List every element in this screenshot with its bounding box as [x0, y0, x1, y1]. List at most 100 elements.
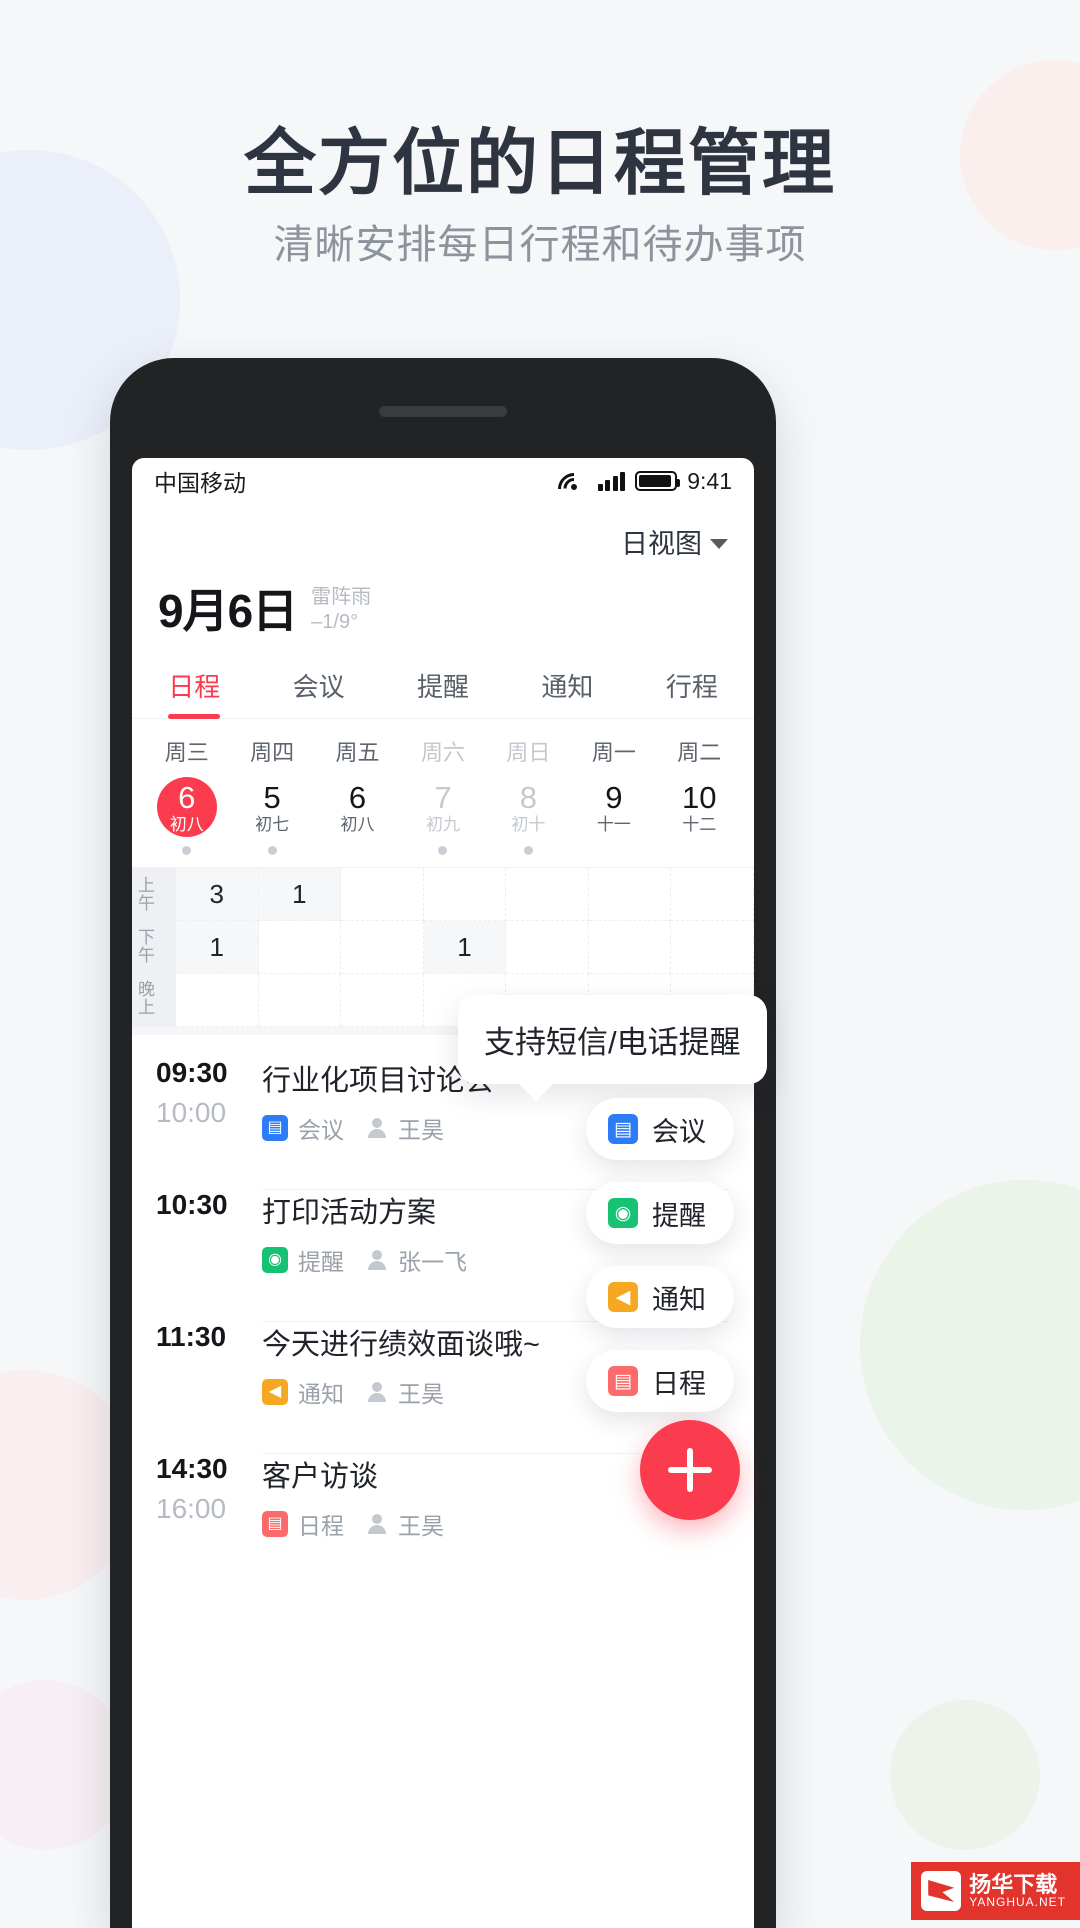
chip-icon: ◉ [608, 1198, 638, 1228]
event-tag-label: 会议 [298, 1117, 344, 1143]
event-person: 王昊 [398, 1381, 444, 1407]
watermark-texts: 扬华下载 YANGHUA.NET [969, 1873, 1066, 1909]
tab-trip[interactable]: 行程 [630, 667, 754, 718]
watermark-logo-icon [921, 1871, 962, 1911]
week-day-lunar: 初八 [169, 814, 204, 834]
week-day-number: 9 [605, 779, 623, 815]
week-day-dot [182, 846, 192, 855]
chevron-down-icon [710, 538, 728, 549]
view-switcher-label: 日视图 [621, 529, 702, 559]
phone-speaker [379, 406, 507, 417]
week-day-5[interactable]: 周一 9 十一 [571, 735, 656, 855]
current-date: 9月6日 [158, 585, 298, 637]
chip-label: 通知 [652, 1284, 706, 1315]
event-tag-icon: ◉ [262, 1247, 288, 1273]
week-day-circle: 7 初九 [413, 777, 473, 837]
category-chip-1[interactable]: ◉ 提醒 [586, 1182, 734, 1244]
chip-label: 会议 [652, 1116, 706, 1147]
week-day-2[interactable]: 周五 6 初八 [315, 735, 400, 855]
time-grid-cell-1-0[interactable]: 1 [176, 921, 259, 974]
time-grid-cell-0-0[interactable]: 3 [176, 868, 259, 921]
chip-icon: ◀ [608, 1282, 638, 1312]
time-grid-cell-1-5[interactable] [588, 921, 672, 974]
time-grid-cell-2-2[interactable] [341, 974, 424, 1027]
week-strip[interactable]: 周三 6 初八 周四 5 初七 周五 6 初八 周六 7 初九 周日 8 初十 周一 9 十一 周二 10 十二 [132, 719, 754, 855]
weather-block: 雷阵雨 –1/9° [311, 585, 371, 641]
add-event-button[interactable] [640, 1420, 740, 1520]
week-day-circle: 10 十二 [669, 777, 729, 837]
tab-reminder[interactable]: 提醒 [381, 667, 505, 718]
event-person: 王昊 [398, 1117, 444, 1143]
time-grid-cell-1-3[interactable]: 1 [423, 921, 507, 974]
week-day-0[interactable]: 周三 6 初八 [144, 735, 229, 855]
time-grid-cell-0-2[interactable] [341, 868, 424, 921]
week-day-number: 6 [348, 779, 367, 815]
week-day-4[interactable]: 周日 8 初十 [486, 735, 571, 855]
category-chip-list[interactable]: ▤ 会议 ◉ 提醒 ◀ 通知 ▤ 日程 [586, 1098, 734, 1412]
week-day-circle: 5 初七 [242, 777, 302, 837]
wifi-icon [551, 466, 597, 512]
battery-icon [635, 471, 681, 491]
time-grid-row-1: 11 [176, 921, 754, 974]
time-grid-cell-0-1[interactable]: 1 [258, 868, 342, 921]
event-person: 王昊 [398, 1513, 444, 1539]
time-grid-cell-1-1[interactable] [258, 921, 342, 974]
week-day-3[interactable]: 周六 7 初九 [400, 735, 485, 855]
time-grid-cell-0-5[interactable] [588, 868, 672, 921]
week-day-circle: 6 初八 [328, 777, 388, 837]
event-end-time: 16:00 [156, 1493, 227, 1524]
chip-label: 日程 [652, 1368, 706, 1399]
category-chip-3[interactable]: ▤ 日程 [586, 1350, 734, 1412]
view-switcher[interactable]: 日视图 [132, 504, 754, 561]
week-day-lunar: 十一 [596, 814, 631, 834]
background-blob-bottom-right [890, 1700, 1040, 1850]
category-tabs[interactable]: 日程 会议 提醒 通知 行程 [132, 667, 754, 719]
watermark: 扬华下载 YANGHUA.NET [911, 1862, 1080, 1920]
tooltip-text: 支持短信/电话提醒 [484, 1025, 741, 1060]
time-grid-cell-1-6[interactable] [671, 921, 754, 974]
tab-schedule[interactable]: 日程 [132, 667, 256, 718]
category-chip-2[interactable]: ◀ 通知 [586, 1266, 734, 1328]
event-start-time: 11:30 [156, 1321, 227, 1352]
event-time: 14:30 16:00 [156, 1453, 262, 1563]
week-day-lunar: 十二 [682, 814, 717, 834]
week-day-dot [438, 846, 448, 855]
person-icon [366, 1117, 388, 1139]
status-bar: 中国移动 9:41 [132, 458, 754, 512]
background-blob-mid-right [860, 1180, 1080, 1510]
status-time: 9:41 [687, 467, 732, 494]
week-day-name: 周五 [335, 740, 380, 765]
event-start-time: 09:30 [156, 1057, 228, 1088]
time-grid-cell-0-4[interactable] [506, 868, 589, 921]
weather-desc: 雷阵雨 [311, 586, 372, 608]
tab-meeting[interactable]: 会议 [256, 667, 380, 718]
person-icon [366, 1249, 388, 1271]
week-day-6[interactable]: 周二 10 十二 [657, 735, 742, 855]
event-end-time: 10:00 [156, 1097, 227, 1128]
event-time: 09:30 10:00 [156, 1057, 262, 1167]
time-grid-label-evening: 晚上 [135, 980, 154, 1016]
time-grid-cell-0-6[interactable] [671, 868, 754, 921]
week-day-number: 10 [681, 779, 717, 815]
tab-notification[interactable]: 通知 [505, 667, 629, 718]
watermark-line-1: 扬华下载 [969, 1872, 1058, 1898]
time-grid-cell-0-3[interactable] [423, 868, 507, 921]
event-tag-icon: ▤ [262, 1115, 288, 1141]
event-tag-icon: ◀ [262, 1379, 288, 1405]
time-grid-labels: 上午 下午 晚上 [132, 868, 176, 1027]
week-day-1[interactable]: 周四 5 初七 [229, 735, 314, 855]
week-day-name: 周三 [164, 740, 209, 765]
status-icons: 9:41 [551, 466, 732, 512]
time-grid-cell-1-2[interactable] [341, 921, 424, 974]
week-day-circle: 8 初十 [498, 777, 558, 837]
week-day-lunar: 初十 [511, 814, 546, 834]
carrier-label: 中国移动 [154, 470, 246, 496]
category-chip-0[interactable]: ▤ 会议 [586, 1098, 734, 1160]
person-icon [366, 1381, 388, 1403]
time-grid-cell-2-0[interactable] [176, 974, 259, 1027]
event-start-time: 14:30 [156, 1453, 228, 1484]
time-grid-cell-2-1[interactable] [258, 974, 342, 1027]
week-day-lunar: 初七 [255, 814, 290, 834]
person-icon [366, 1513, 388, 1535]
time-grid-cell-1-4[interactable] [506, 921, 589, 974]
